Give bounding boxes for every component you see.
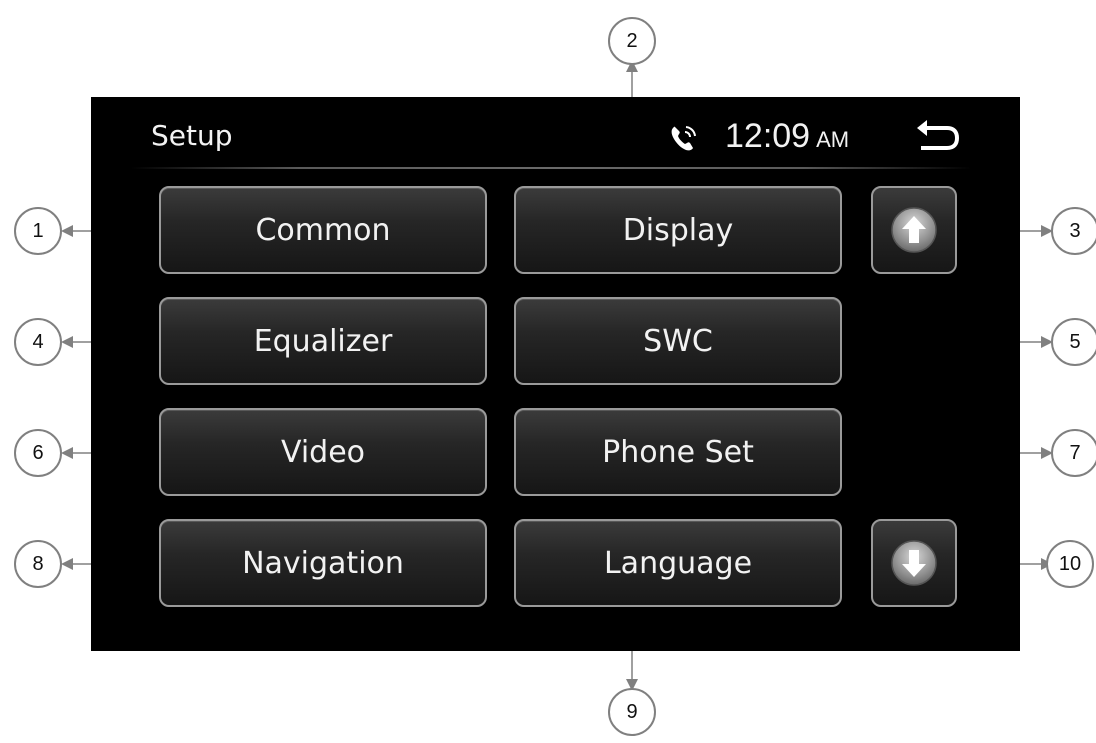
phone-icon xyxy=(671,126,696,151)
setup-screen: Setup 12:09 AM Common Display Equalizer S… xyxy=(91,97,1020,651)
clock-time: 12:09 xyxy=(725,117,811,155)
video-button[interactable]: Video xyxy=(159,408,487,496)
swc-button[interactable]: SWC xyxy=(514,297,842,385)
equalizer-button[interactable]: Equalizer xyxy=(159,297,487,385)
navigation-button[interactable]: Navigation xyxy=(159,519,487,607)
back-icon[interactable] xyxy=(913,118,961,158)
common-button[interactable]: Common xyxy=(159,186,487,274)
scroll-down-button[interactable] xyxy=(871,519,957,607)
arrow-down-icon xyxy=(891,540,937,586)
clock: 12:09 AM xyxy=(725,117,849,156)
scroll-up-button[interactable] xyxy=(871,186,957,274)
header-divider xyxy=(131,167,971,169)
language-button[interactable]: Language xyxy=(514,519,842,607)
page-title: Setup xyxy=(151,119,233,152)
phone-set-button[interactable]: Phone Set xyxy=(514,408,842,496)
display-button[interactable]: Display xyxy=(514,186,842,274)
clock-ampm: AM xyxy=(816,127,850,152)
arrow-up-icon xyxy=(891,207,937,253)
